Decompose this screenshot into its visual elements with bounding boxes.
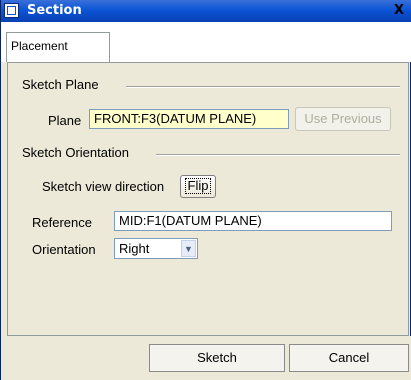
- orientation-select-value: Right: [119, 241, 150, 256]
- sketch-plane-divider: [126, 86, 400, 88]
- close-button[interactable]: X: [392, 3, 406, 18]
- orientation-select[interactable]: Right ▼: [114, 238, 198, 259]
- flip-button-label: Flip: [184, 178, 212, 194]
- sketch-orientation-group-label: Sketch Orientation: [22, 145, 133, 160]
- dialog-title: Section: [27, 3, 82, 18]
- sketch-button[interactable]: Sketch: [149, 344, 285, 372]
- chevron-down-icon[interactable]: ▼: [181, 240, 196, 257]
- section-app-icon: [4, 3, 19, 18]
- plane-field[interactable]: FRONT:F3(DATUM PLANE): [89, 109, 289, 129]
- sketch-view-direction-label: Sketch view direction: [42, 179, 165, 194]
- tab-placement[interactable]: Placement: [6, 32, 110, 62]
- tab-strip: Placement: [1, 22, 411, 62]
- flip-button[interactable]: Flip: [180, 175, 216, 198]
- reference-label: Reference: [32, 215, 92, 230]
- reference-field[interactable]: MID:F1(DATUM PLANE): [114, 211, 392, 231]
- sketch-plane-group-label: Sketch Plane: [22, 77, 103, 92]
- tab-placement-label: Placement: [11, 39, 68, 53]
- title-bar[interactable]: Section X: [1, 0, 411, 22]
- orientation-label: Orientation: [32, 242, 96, 257]
- sketch-orientation-divider: [156, 154, 400, 156]
- placement-panel: Sketch Plane Plane FRONT:F3(DATUM PLANE)…: [7, 62, 409, 336]
- use-previous-button[interactable]: Use Previous: [295, 107, 391, 131]
- cancel-button[interactable]: Cancel: [289, 344, 409, 372]
- section-dialog: Section X Placement Sketch Plane Plane F…: [0, 0, 411, 380]
- plane-label: Plane: [48, 113, 82, 128]
